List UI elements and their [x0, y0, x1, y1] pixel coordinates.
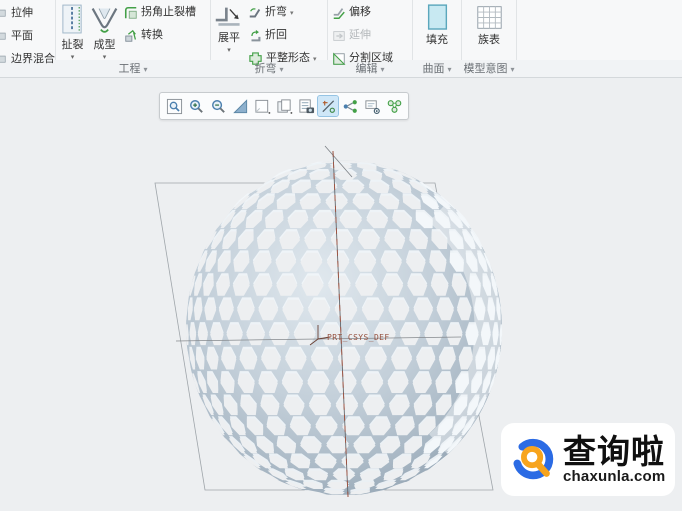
group-label-surface[interactable]: 曲面 — [413, 60, 461, 76]
boundary-blend-icon — [0, 54, 8, 65]
ribbon-group-bend: 展平 ▾ 折弯 折回 平整形态 折弯 — [211, 0, 327, 78]
offset-icon — [332, 6, 346, 20]
group-label-engineering[interactable]: 工程 — [56, 60, 210, 76]
family-table-icon — [476, 1, 503, 33]
corner-relief-icon — [124, 6, 138, 20]
ribbon: 拉伸 平面 边界混合 扯裂 ▾ 成型 ▾ — [0, 0, 682, 78]
ribbon-group-model-intent: 族表 模型意图 — [462, 0, 516, 78]
watermark-domain: chaxunla.com — [563, 469, 665, 484]
plane-icon — [0, 31, 8, 42]
ribbon-shapes-column: 拉伸 平面 边界混合 — [0, 0, 55, 79]
ribbon-item-boundary-blend[interactable]: 边界混合 — [0, 48, 55, 71]
dropdown-arrow-icon[interactable]: ▾ — [227, 47, 231, 54]
zoom-in-icon[interactable] — [186, 96, 206, 116]
annotation-display-icon[interactable] — [340, 96, 360, 116]
ribbon-item-extend: 延伸 — [332, 25, 412, 46]
ribbon-empty-area — [517, 0, 682, 77]
zoom-fit-icon[interactable] — [164, 96, 184, 116]
group-label-bend[interactable]: 折弯 — [211, 60, 327, 76]
form-icon — [89, 1, 120, 38]
creo-window: PRT_CSYS_DEF 拉伸 平面 边界混合 扯裂 ▾ — [0, 0, 682, 511]
ribbon-item-corner-relief[interactable]: 拐角止裂槽 — [124, 2, 196, 23]
fill-icon — [426, 1, 449, 33]
convert-icon — [124, 29, 138, 43]
view-manager-icon[interactable] — [296, 96, 316, 116]
watermark: 查询啦 chaxunla.com — [501, 423, 675, 496]
spin-center-icon[interactable] — [384, 96, 404, 116]
rip-icon — [60, 1, 85, 38]
datum-display-icon[interactable] — [318, 96, 338, 116]
show-annotations-icon[interactable] — [362, 96, 382, 116]
flatten-icon — [214, 1, 244, 31]
bend-back-icon — [248, 29, 262, 43]
extend-icon — [332, 29, 346, 43]
csys-label[interactable]: PRT_CSYS_DEF — [327, 333, 390, 342]
extrude-icon — [0, 8, 8, 19]
watermark-title: 查询啦 — [563, 435, 665, 468]
ribbon-group-engineering: 扯裂 ▾ 成型 ▾ 拐角止裂槽 转换 工程 — [56, 0, 210, 78]
group-label-model-intent[interactable]: 模型意图 — [462, 60, 516, 76]
saved-orientations-icon[interactable] — [274, 96, 294, 116]
ribbon-item-extrude[interactable]: 拉伸 — [0, 2, 55, 25]
bend-icon — [248, 6, 262, 20]
ribbon-item-bend[interactable]: 折弯 — [248, 2, 317, 23]
chaxunla-logo-icon — [509, 435, 559, 485]
ribbon-group-surface: 填充 曲面 — [413, 0, 461, 78]
zoom-out-icon[interactable] — [208, 96, 228, 116]
ribbon-group-edit: 偏移 延伸 分割区域 编辑 — [328, 0, 412, 78]
ribbon-item-plane[interactable]: 平面 — [0, 25, 55, 48]
group-label-edit[interactable]: 编辑 — [328, 60, 412, 76]
ribbon-item-convert[interactable]: 转换 — [124, 25, 196, 46]
graphics-toolbar — [159, 92, 409, 120]
ribbon-item-bend-back[interactable]: 折回 — [248, 25, 317, 46]
repaint-icon[interactable] — [230, 96, 250, 116]
ribbon-item-offset[interactable]: 偏移 — [332, 2, 412, 23]
display-style-icon[interactable] — [252, 96, 272, 116]
